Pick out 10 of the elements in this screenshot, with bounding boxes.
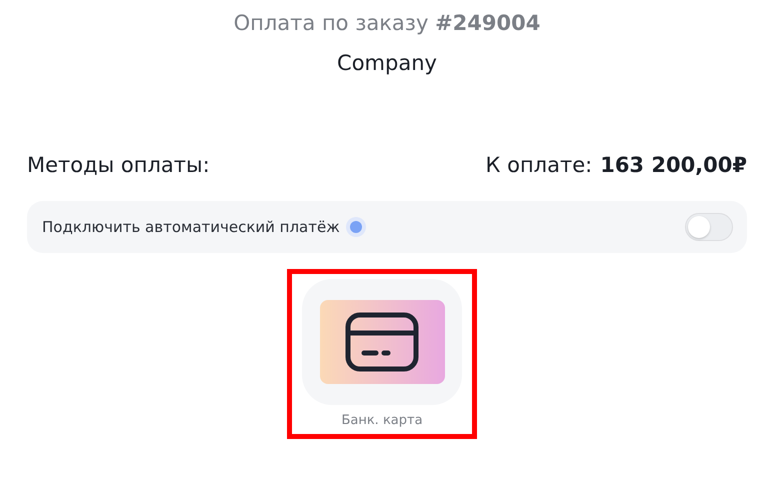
credit-card-icon: [344, 311, 420, 373]
autopay-toggle[interactable]: [685, 213, 733, 241]
payment-method[interactable]: Банк. карта: [287, 269, 477, 439]
order-title: Оплата по заказу #249004: [232, 11, 542, 35]
methods-heading: Методы оплаты:: [27, 153, 210, 177]
amount-label: К оплате:: [486, 153, 592, 177]
amount-value: 163 200,00₽: [600, 153, 747, 177]
company-name: Company: [336, 51, 438, 75]
info-icon[interactable]: [350, 221, 362, 233]
autopay-label: Подключить автоматический платёж: [42, 218, 340, 236]
